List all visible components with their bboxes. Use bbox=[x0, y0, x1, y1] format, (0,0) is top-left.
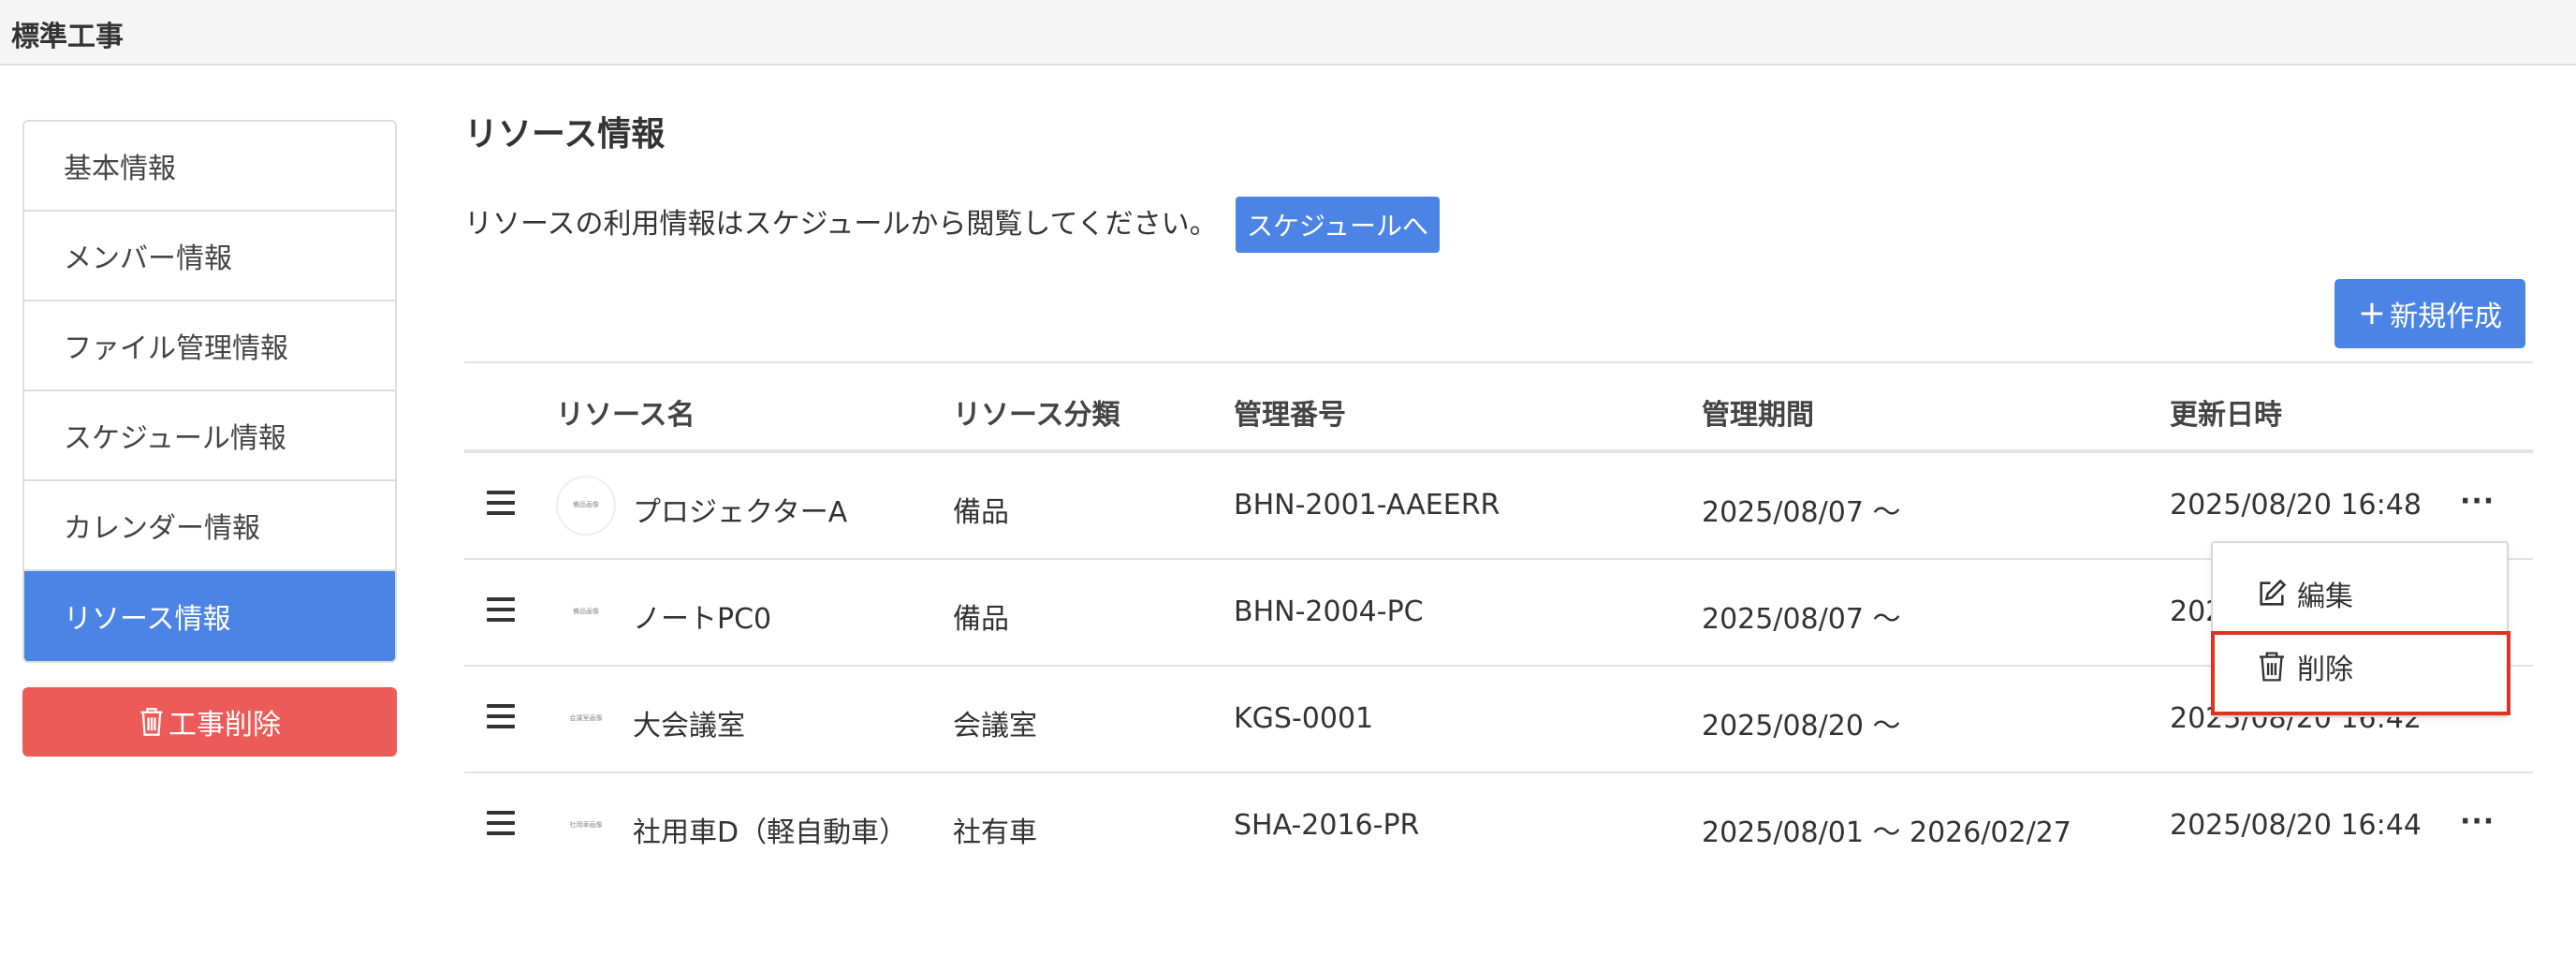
updated-at: 2025/08/20 16:44 bbox=[2170, 809, 2422, 842]
resource-thumbnail: 社用車画像 bbox=[556, 796, 616, 856]
delete-project-button[interactable]: 工事削除 bbox=[22, 687, 397, 757]
drag-handle-icon[interactable] bbox=[487, 597, 515, 622]
management-period: 2025/08/07 〜 bbox=[1702, 603, 1901, 636]
more-actions-icon[interactable]: ··· bbox=[2460, 805, 2495, 838]
plus-icon: + bbox=[2357, 294, 2387, 332]
sidebar-item-schedule-info[interactable]: スケジュール情報 bbox=[24, 391, 395, 481]
sidebar-item-resource-info[interactable]: リソース情報 bbox=[24, 571, 395, 661]
management-number: SHA-2016-PR bbox=[1234, 809, 1420, 842]
resource-name: 社用車D（軽自動車） bbox=[633, 816, 908, 849]
app-title: 標準工事 bbox=[11, 21, 124, 53]
sidebar-item-file-info[interactable]: ファイル管理情報 bbox=[24, 301, 395, 391]
management-number: BHN-2001-AAEERR bbox=[1234, 489, 1500, 522]
resource-thumbnail: 備品画像 bbox=[556, 582, 616, 642]
resource-category: 備品 bbox=[953, 496, 1009, 529]
resource-thumbnail: 備品画像 bbox=[556, 476, 616, 536]
header-resource-category: リソース分類 bbox=[953, 399, 1120, 432]
menu-item-delete-label: 削除 bbox=[2297, 654, 2353, 686]
resource-name: プロジェクターA bbox=[633, 496, 848, 529]
menu-item-edit[interactable]: 編集 bbox=[2213, 558, 2507, 629]
trash-icon bbox=[140, 708, 163, 736]
more-actions-icon[interactable]: ··· bbox=[2460, 485, 2495, 518]
updated-at: 2025/08/20 16:48 bbox=[2170, 489, 2422, 522]
resource-name: 大会議室 bbox=[633, 710, 745, 742]
header-updated-at: 更新日時 bbox=[2170, 399, 2282, 432]
management-period: 2025/08/20 〜 bbox=[1702, 710, 1901, 742]
management-period: 2025/08/01 〜 2026/02/27 bbox=[1702, 816, 2071, 849]
header-management-period: 管理期間 bbox=[1702, 399, 1814, 432]
notice-text: リソースの利用情報はスケジュールから閲覧してください。 bbox=[464, 208, 1218, 241]
create-new-label: 新規作成 bbox=[2390, 301, 2503, 333]
top-bar: 標準工事 bbox=[0, 0, 2576, 66]
sidebar-item-calendar-info[interactable]: カレンダー情報 bbox=[24, 481, 395, 571]
delete-project-label: 工事削除 bbox=[168, 709, 281, 742]
drag-handle-icon[interactable] bbox=[487, 491, 515, 515]
resource-name: ノートPC0 bbox=[633, 603, 772, 636]
menu-item-edit-label: 編集 bbox=[2297, 581, 2353, 613]
menu-item-delete[interactable]: 削除 bbox=[2213, 631, 2507, 702]
row-actions-menu: 編集 削除 bbox=[2211, 541, 2509, 717]
header-management-number: 管理番号 bbox=[1234, 399, 1346, 432]
management-number: BHN-2004-PC bbox=[1234, 595, 1424, 628]
sidebar: 基本情報 メンバー情報 ファイル管理情報 スケジュール情報 カレンダー情報 リソ… bbox=[22, 120, 397, 663]
go-to-schedule-button[interactable]: スケジュールへ bbox=[1236, 197, 1440, 253]
resource-category: 会議室 bbox=[953, 710, 1037, 742]
resource-thumbnail: 会議室画像 bbox=[556, 689, 616, 749]
drag-handle-icon[interactable] bbox=[487, 811, 515, 835]
resource-category: 社有車 bbox=[953, 816, 1037, 849]
sidebar-item-member-info[interactable]: メンバー情報 bbox=[24, 212, 395, 301]
management-number: KGS-0001 bbox=[1234, 702, 1374, 735]
resource-category: 備品 bbox=[953, 603, 1009, 636]
edit-icon bbox=[2260, 579, 2287, 606]
page-title: リソース情報 bbox=[464, 115, 666, 154]
create-new-button[interactable]: + 新規作成 bbox=[2334, 279, 2525, 348]
table-header: リソース名 リソース分類 管理番号 管理期間 更新日時 bbox=[464, 361, 2533, 453]
trash-icon bbox=[2259, 652, 2285, 682]
sidebar-item-basic-info[interactable]: 基本情報 bbox=[24, 122, 395, 212]
drag-handle-icon[interactable] bbox=[487, 704, 515, 728]
management-period: 2025/08/07 〜 bbox=[1702, 496, 1901, 529]
header-resource-name: リソース名 bbox=[556, 399, 695, 432]
table-row[interactable]: 社用車画像 社用車D（軽自動車） 社有車 SHA-2016-PR 2025/08… bbox=[464, 773, 2533, 880]
